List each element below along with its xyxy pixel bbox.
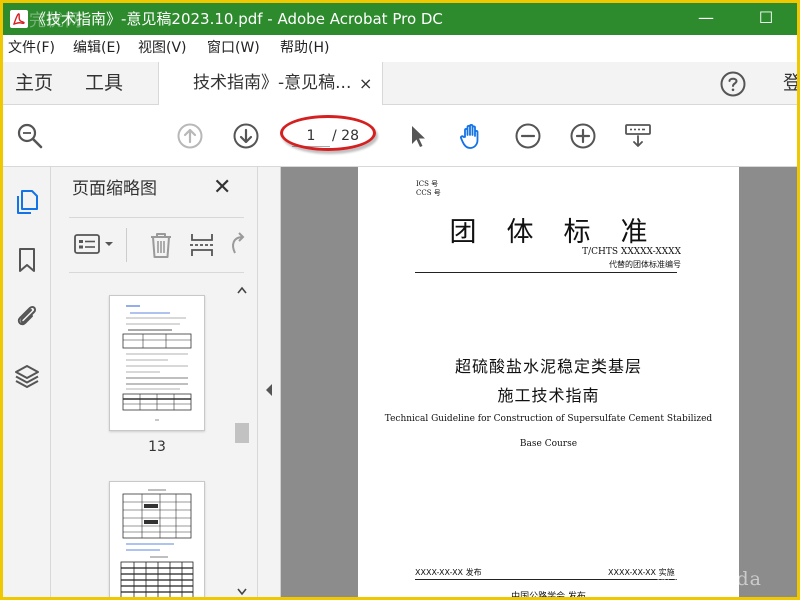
close-tab-button[interactable]: × [359, 62, 372, 105]
document-tab-label: 技术指南》-意见稿... [193, 73, 352, 93]
acrobat-app-icon [10, 10, 28, 28]
publisher: 中国公路学会 发布 [511, 592, 586, 597]
english-title-line2: Base Course [519, 439, 578, 449]
page-thumbnail[interactable] [109, 481, 205, 597]
zoom-out-icon[interactable] [513, 121, 543, 151]
thumbnail-scrollbar[interactable] [233, 281, 251, 597]
minimize-button[interactable]: — [683, 3, 729, 35]
red-highlight-oval [280, 115, 376, 151]
standard-heading: 团体标准 [449, 217, 678, 248]
rotate-page-icon[interactable] [227, 231, 245, 259]
tab-bar: 主页 工具 技术指南》-意见稿... × 登 [3, 62, 797, 105]
pdf-page: ICS 号 CCS 号 团体标准 T/CHTS XXXXX-XXXX 代替的团体… [358, 167, 739, 597]
scroll-thumb[interactable] [235, 423, 249, 443]
search-zoom-icon[interactable] [15, 121, 45, 151]
window-title: 《技术指南》-意见稿2023.10.pdf - Adobe Acrobat Pr… [31, 10, 443, 28]
page-up-icon[interactable] [175, 121, 205, 151]
panel-title: 页面缩略图 [72, 179, 157, 199]
scroll-down-icon[interactable] [236, 587, 248, 597]
watermark-text: www.cnda [655, 568, 762, 590]
delete-page-icon[interactable] [147, 230, 175, 260]
chinese-title-line1: 超硫酸盐水泥稳定类基层 [454, 357, 642, 376]
navigation-rail [3, 167, 51, 597]
tab-home[interactable]: 主页 [15, 62, 53, 105]
attachment-icon[interactable] [12, 301, 42, 331]
release-date: XXXX-XX-XX 发布 [415, 568, 482, 577]
replaced-standard: 代替的团体标准编号 [609, 260, 681, 269]
maximize-button[interactable]: ☐ [743, 3, 789, 35]
header-rule [415, 272, 677, 273]
page-thumbnails-icon[interactable] [12, 187, 42, 217]
thumbnail-preview [122, 305, 192, 421]
thumbnail-page-number: 13 [148, 439, 166, 455]
acrobat-window: 完优网 《技术指南》-意见稿2023.10.pdf - Adobe Acroba… [3, 3, 797, 597]
standard-number: T/CHTS XXXXX-XXXX [582, 247, 681, 257]
select-arrow-icon[interactable] [403, 121, 433, 151]
toolbar-divider [126, 228, 127, 262]
page-down-icon[interactable] [231, 121, 261, 151]
footer-rule [415, 579, 677, 580]
close-panel-button[interactable]: ✕ [213, 175, 231, 201]
sign-in-link[interactable]: 登 [783, 62, 797, 105]
menu-window[interactable]: 窗口(W) [207, 35, 260, 62]
ccs-number: CCS 号 [416, 189, 441, 197]
menu-help[interactable]: 帮助(H) [280, 35, 329, 62]
document-viewport[interactable]: ICS 号 CCS 号 团体标准 T/CHTS XXXXX-XXXX 代替的团体… [281, 167, 797, 597]
help-icon[interactable] [719, 70, 747, 98]
ics-number: ICS 号 [416, 180, 439, 188]
thumbnail-preview [120, 489, 194, 597]
toolbar: / 28 [3, 105, 797, 167]
menu-edit[interactable]: 编辑(E) [73, 35, 121, 62]
english-title-line1: Technical Guideline for Construction of … [384, 414, 713, 424]
layers-icon[interactable] [12, 361, 42, 391]
bookmark-icon[interactable] [12, 245, 42, 275]
thumbnail-toolbar [69, 217, 245, 273]
tab-tools[interactable]: 工具 [85, 62, 123, 105]
page-navigator: / 28 [280, 115, 376, 151]
page-thumbnail[interactable] [109, 295, 205, 431]
tab-document[interactable]: 技术指南》-意见稿... × [158, 62, 383, 105]
menu-bar: 文件(F) 编辑(E) 视图(V) 窗口(W) 帮助(H) [3, 35, 797, 62]
thumbnail-options-icon[interactable] [73, 232, 117, 258]
chinese-title-line2: 施工技术指南 [497, 386, 600, 405]
keyboard-tools-icon[interactable] [623, 121, 653, 151]
zoom-in-icon[interactable] [568, 121, 598, 151]
hand-pan-icon[interactable] [457, 121, 487, 151]
menu-view[interactable]: 视图(V) [138, 35, 187, 62]
thumbnail-panel: 页面缩略图 ✕ 13 [51, 167, 257, 597]
panel-collapse-strip[interactable] [257, 167, 281, 597]
insert-page-icon[interactable] [188, 230, 216, 260]
collapse-arrow-icon[interactable] [264, 383, 274, 397]
title-bar: 完优网 《技术指南》-意见稿2023.10.pdf - Adobe Acroba… [3, 3, 797, 35]
scroll-up-icon[interactable] [236, 285, 248, 295]
menu-file[interactable]: 文件(F) [8, 35, 55, 62]
